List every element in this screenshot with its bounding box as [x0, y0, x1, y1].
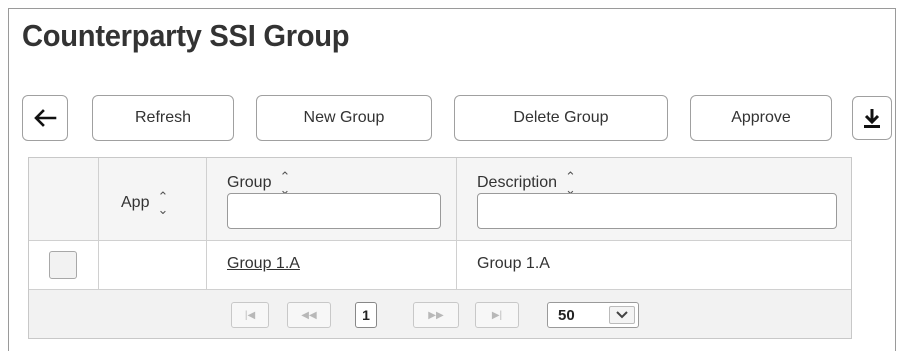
page-size-value: 50 [558, 307, 575, 324]
current-page-button[interactable]: 1 [355, 302, 377, 328]
header-app[interactable]: App ⌃ ⌄ [99, 158, 207, 240]
prev-page-icon: ◀◀ [301, 309, 317, 321]
row-app-cell [99, 241, 207, 289]
group-filter-input[interactable] [227, 193, 441, 229]
header-select-column [29, 158, 99, 240]
row-description-value: Group 1.A [477, 255, 550, 272]
header-group[interactable]: Group ⌃ ⌄ [207, 158, 457, 240]
next-page-icon: ▶▶ [428, 309, 444, 321]
delete-group-button[interactable]: Delete Group [454, 95, 668, 141]
page-title: Counterparty SSI Group [22, 18, 350, 53]
download-button[interactable] [852, 96, 892, 140]
table-row[interactable]: Group 1.A Group 1.A [29, 241, 851, 290]
first-page-button[interactable]: |◀ [231, 302, 269, 328]
first-page-icon: |◀ [244, 309, 256, 321]
new-group-button[interactable]: New Group [256, 95, 432, 141]
back-button[interactable] [22, 95, 68, 141]
ssi-group-grid: App ⌃ ⌄ Group ⌃ ⌄ Description ⌃ ⌄ Group … [28, 157, 852, 339]
next-page-button[interactable]: ▶▶ [413, 302, 459, 328]
download-icon [864, 109, 880, 128]
row-group-cell: Group 1.A [207, 241, 457, 289]
arrow-left-icon [34, 109, 57, 127]
sort-updown-icon[interactable]: ⌃ ⌄ [157, 190, 168, 216]
header-description-label: Description [477, 174, 558, 191]
row-description-cell: Group 1.A [457, 241, 851, 289]
page-size-select[interactable]: 50 [547, 302, 639, 328]
header-group-label: Group [227, 174, 272, 191]
header-app-label: App [121, 194, 150, 211]
group-link[interactable]: Group 1.A [227, 255, 300, 273]
header-description[interactable]: Description ⌃ ⌄ [457, 158, 851, 240]
description-filter-input[interactable] [477, 193, 837, 229]
chevron-down-icon[interactable] [609, 306, 635, 324]
last-page-icon: ▶| [491, 309, 503, 321]
grid-header: App ⌃ ⌄ Group ⌃ ⌄ Description ⌃ ⌄ [29, 158, 851, 241]
pagination-bar: |◀ ◀◀ 1 ▶▶ ▶| 50 [29, 290, 851, 338]
refresh-button[interactable]: Refresh [92, 95, 234, 141]
last-page-button[interactable]: ▶| [475, 302, 519, 328]
approve-button[interactable]: Approve [690, 95, 832, 141]
prev-page-button[interactable]: ◀◀ [287, 302, 331, 328]
row-select-cell [29, 241, 99, 289]
row-checkbox[interactable] [49, 251, 77, 279]
